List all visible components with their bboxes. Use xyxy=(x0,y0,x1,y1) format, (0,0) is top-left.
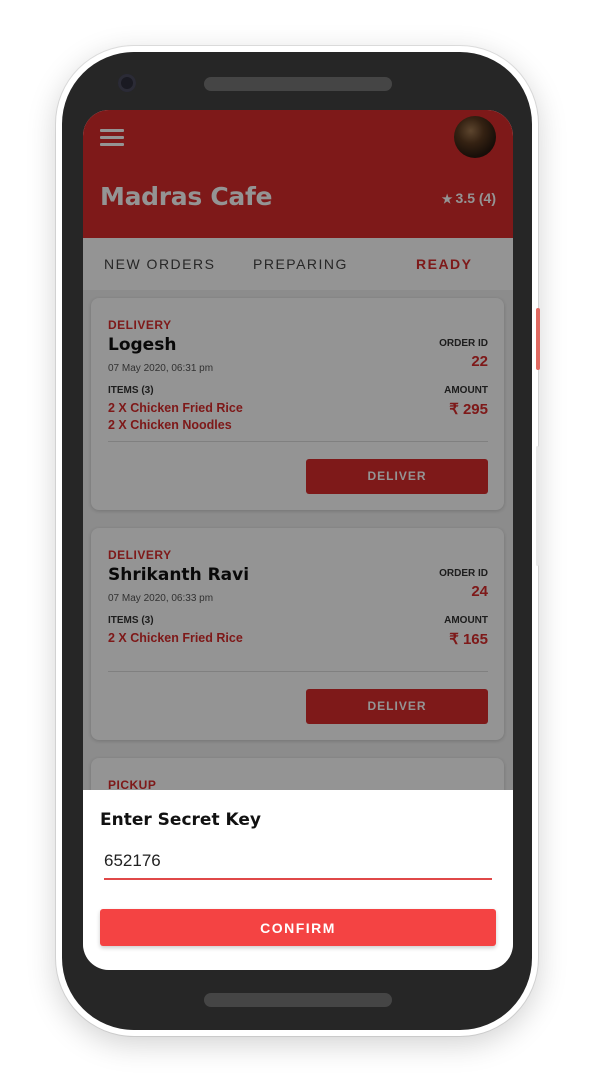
secret-key-sheet: Enter Secret Key CONFIRM xyxy=(83,790,513,970)
camera-icon xyxy=(118,74,136,92)
dialog-title: Enter Secret Key xyxy=(100,810,261,830)
secret-key-input[interactable] xyxy=(104,844,492,880)
app-screen: Madras Cafe ★ 3.5 (4) NEW ORDERS PREPARIN… xyxy=(83,110,513,970)
home-indicator xyxy=(204,993,392,1007)
confirm-button[interactable]: CONFIRM xyxy=(100,909,496,946)
power-button xyxy=(536,308,540,370)
speaker-grille xyxy=(204,77,392,91)
volume-button xyxy=(536,446,539,566)
